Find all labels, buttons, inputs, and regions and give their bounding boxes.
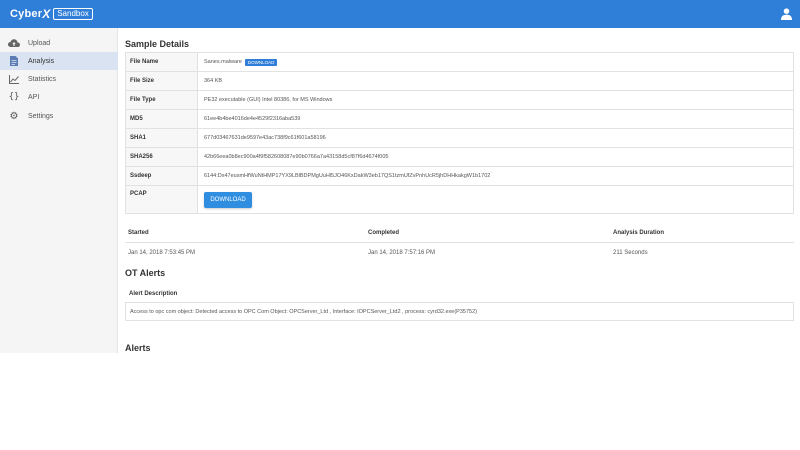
cloud-upload-icon	[0, 38, 28, 48]
user-icon[interactable]	[781, 8, 792, 20]
alert-row: Access to opc com object: Detected acces…	[125, 302, 794, 321]
started-value: Jan 14, 2018 7:53:45 PM	[128, 249, 196, 256]
file-name-value: Sanes.malware	[204, 59, 242, 65]
section-title-sample-details: Sample Details	[125, 39, 190, 49]
brand-x: X	[42, 7, 51, 21]
row-value: 677d03467631de9597e43ac738f9c61f601a5819…	[198, 129, 794, 147]
table-row: File Size 364 KB	[125, 72, 794, 91]
row-value: Sanes.malware DOWNLOAD	[198, 53, 794, 71]
table-row: SHA256 42b66eea0b8ec900a4f9f582608087e90…	[125, 148, 794, 167]
row-value: 364 KB	[198, 72, 794, 90]
column-header: Alert Description	[129, 291, 178, 297]
duration-value: 211 Seconds	[613, 249, 648, 256]
row-value: 61ee4b4be4016de4e4529f2316aba539	[198, 110, 794, 128]
sidebar-item-label: Settings	[28, 112, 54, 120]
top-app-bar: Cyber X Sandbox	[0, 0, 800, 28]
table-row: Jan 14, 2018 7:53:45 PM Jan 14, 2018 7:5…	[125, 243, 794, 262]
sidebar-item-analysis[interactable]: Analysis	[0, 52, 118, 70]
line-chart-icon	[0, 74, 28, 84]
table-row: SHA1 677d03467631de9597e43ac738f9c61f601…	[125, 129, 794, 148]
brand-badge: Sandbox	[53, 8, 93, 20]
row-key: File Size	[125, 72, 198, 90]
analysis-timing-table: Started Completed Analysis Duration Jan …	[125, 224, 794, 262]
table-row: File Name Sanes.malware DOWNLOAD	[125, 53, 794, 72]
sidebar-item-statistics[interactable]: Statistics	[0, 70, 118, 88]
column-header: Started	[128, 230, 149, 236]
brand-logo[interactable]: Cyber X Sandbox	[10, 7, 93, 21]
row-key: MD5	[125, 110, 198, 128]
file-download-button[interactable]: DOWNLOAD	[244, 58, 278, 66]
row-value: 42b66eea0b8ec900a4f9f582608087e90b0766a7…	[198, 148, 794, 166]
row-value: 6144:Dx47eusmHfWuNtHMP17YX9LBlBDPMgUuHl5…	[198, 167, 794, 185]
table-row: MD5 61ee4b4be4016de4e4529f2316aba539	[125, 110, 794, 129]
sidebar-item-upload[interactable]: Upload	[0, 34, 118, 52]
section-title-alerts: Alerts	[125, 343, 151, 353]
row-value: PE32 executable (GUI) Intel 80386, for M…	[198, 91, 794, 109]
row-key: SHA1	[125, 129, 198, 147]
sidebar: Upload Analysis Statistics {} API ⚙ Sett…	[0, 28, 118, 353]
row-key: PCAP	[125, 186, 198, 213]
brand-name: Cyber	[10, 8, 43, 20]
row-key: File Type	[125, 91, 198, 109]
row-value: DOWNLOAD	[198, 186, 794, 213]
sidebar-item-label: Statistics	[28, 75, 57, 83]
table-header-row: Started Completed Analysis Duration	[125, 224, 794, 243]
row-key: File Name	[125, 53, 198, 71]
document-icon	[0, 56, 28, 66]
pcap-download-button[interactable]: DOWNLOAD	[204, 191, 252, 208]
sample-details-table: File Name Sanes.malware DOWNLOAD File Si…	[125, 52, 794, 214]
column-header: Completed	[368, 230, 400, 236]
table-row: PCAP DOWNLOAD	[125, 186, 794, 214]
sidebar-item-label: Upload	[28, 39, 51, 47]
sidebar-item-api[interactable]: {} API	[0, 88, 118, 106]
table-row: File Type PE32 executable (GUI) Intel 80…	[125, 91, 794, 110]
table-row: Ssdeep 6144:Dx47eusmHfWuNtHMP17YX9LBlBDP…	[125, 167, 794, 186]
sidebar-item-label: API	[28, 93, 40, 101]
braces-icon: {}	[8, 92, 20, 102]
row-key: Ssdeep	[125, 167, 198, 185]
row-key: SHA256	[125, 148, 198, 166]
column-header: Analysis Duration	[613, 230, 665, 236]
sidebar-item-settings[interactable]: ⚙ Settings	[0, 107, 118, 125]
main-content: Sample Details File Name Sanes.malware D…	[118, 28, 800, 450]
section-title-ot-alerts: OT Alerts	[125, 268, 166, 278]
gear-icon: ⚙	[9, 110, 19, 122]
sidebar-item-label: Analysis	[28, 57, 55, 65]
completed-value: Jan 14, 2018 7:57:16 PM	[368, 249, 436, 256]
